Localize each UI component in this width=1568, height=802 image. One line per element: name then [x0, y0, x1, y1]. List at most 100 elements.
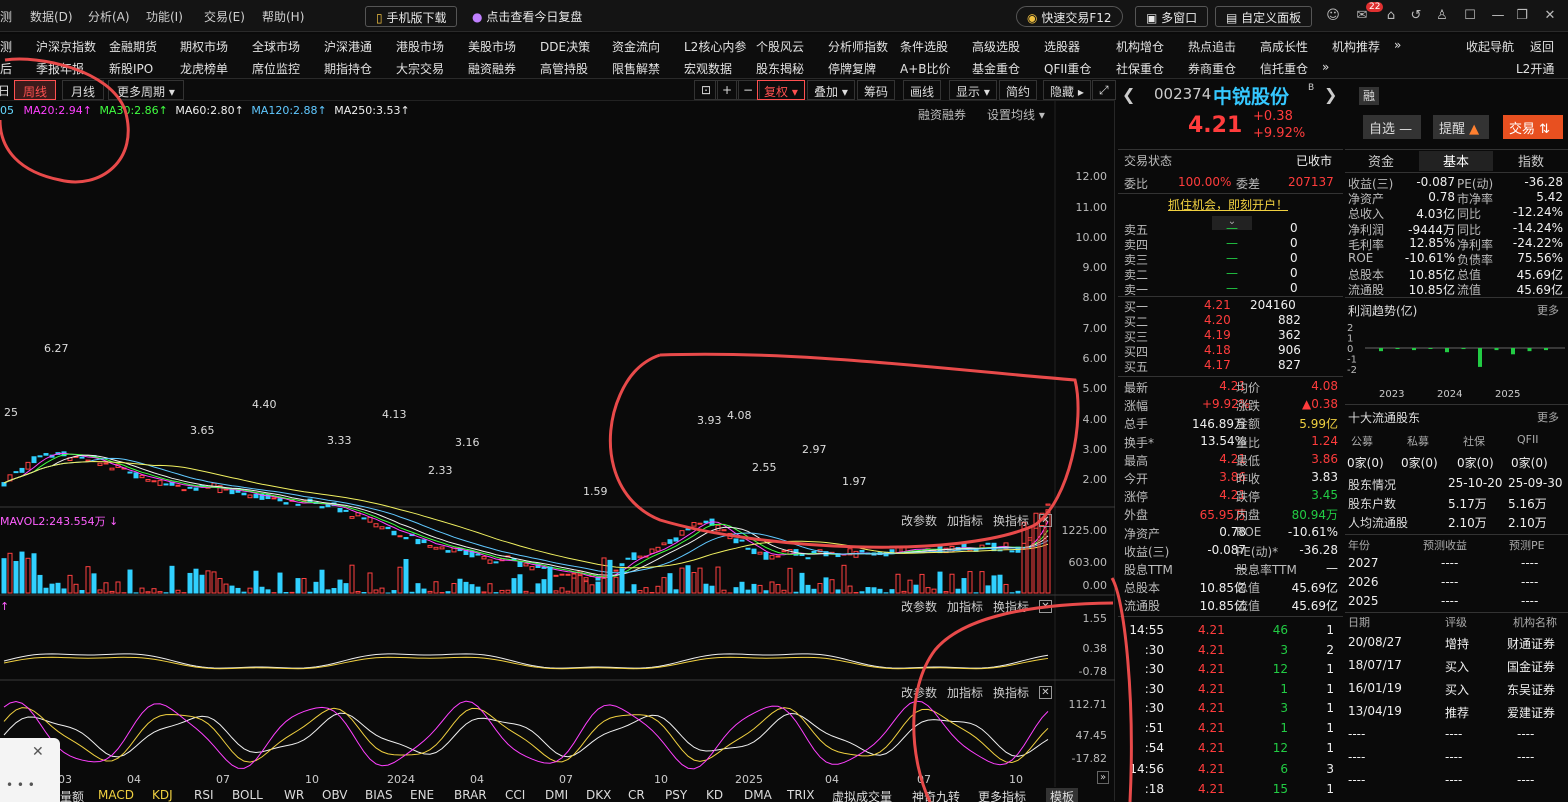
skin-icon[interactable]: ♙ [1434, 8, 1450, 24]
l2-open-link[interactable]: L2开通 [1516, 60, 1554, 77]
tab-indicator[interactable]: CR [628, 788, 645, 802]
close-icon[interactable]: ✕ [1039, 686, 1052, 699]
multi-window-button[interactable]: ▣ 多窗口 [1135, 6, 1209, 27]
add-indicator-button[interactable]: 加指标 [947, 598, 983, 615]
nav-item[interactable]: 测 [0, 38, 12, 55]
tab-indicator[interactable]: KDJ [152, 788, 173, 802]
chip-button[interactable]: 筹码 [857, 80, 896, 100]
draw-button[interactable]: 画线 [903, 80, 942, 100]
change-params-button[interactable]: 改参数 [901, 598, 937, 615]
nav-item[interactable]: 新股IPO [109, 60, 153, 77]
home-icon[interactable]: ⌂ [1383, 8, 1399, 24]
menu-trade[interactable]: 交易(E) [204, 8, 245, 25]
swap-indicator-button[interactable]: 换指标 [993, 684, 1029, 701]
set-ma-button[interactable]: 设置均线 ▾ [987, 106, 1045, 123]
tab-indicator[interactable]: 神奇九转 [912, 788, 960, 802]
tab-day[interactable]: 日 [0, 80, 12, 100]
nav-item[interactable]: 美股市场 [468, 38, 516, 55]
nav-item[interactable]: 分析师指数 [828, 38, 888, 55]
nav-item[interactable]: L2核心内参 [684, 38, 746, 55]
nav-item[interactable]: 基金重仓 [972, 60, 1020, 77]
tab-indicator[interactable]: 更多指标 [978, 788, 1026, 802]
nav-item[interactable]: 券商重仓 [1188, 60, 1236, 77]
tab-monthly[interactable]: 月线 [62, 80, 105, 100]
tab-index[interactable]: 指数 [1495, 151, 1567, 171]
nav-item[interactable]: 选股器 [1044, 38, 1080, 55]
swap-indicator-button[interactable]: 换指标 [993, 598, 1029, 615]
adjust-button[interactable]: 复权 ▾ [757, 80, 805, 100]
tab-funds[interactable]: 资金 [1345, 151, 1417, 171]
review-button[interactable]: ● 点击查看今日复盘 [462, 6, 592, 27]
close-icon[interactable]: ✕ [1039, 514, 1052, 527]
tab-indicator[interactable]: BOLL [232, 788, 263, 802]
tab-indicator[interactable]: DMI [545, 788, 568, 802]
nav-item[interactable]: 大宗交易 [396, 60, 444, 77]
nav-item[interactable]: A+B比价 [900, 60, 951, 77]
nav-item[interactable]: 信托重仓 [1260, 60, 1308, 77]
tab-indicator[interactable]: KD [706, 788, 723, 802]
nav-item[interactable]: 港股市场 [396, 38, 444, 55]
tab-indicator[interactable]: OBV [322, 788, 348, 802]
nav-item[interactable]: 期指持仓 [324, 60, 372, 77]
nav-item[interactable]: 高级选股 [972, 38, 1020, 55]
menu-data[interactable]: 数据(D) [30, 8, 73, 25]
collapse-nav-button[interactable]: 收起导航 [1466, 38, 1514, 55]
add-indicator-button[interactable]: 加指标 [947, 512, 983, 529]
nav-item[interactable]: 后 [0, 60, 12, 77]
nav-item[interactable]: 股东揭秘 [756, 60, 804, 77]
tab-indicator[interactable]: RSI [194, 788, 214, 802]
settings-icon[interactable]: ☐ [1462, 8, 1478, 24]
tab-indicator[interactable]: WR [284, 788, 304, 802]
tab-indicator[interactable]: PSY [665, 788, 687, 802]
popup-card[interactable]: ✕ • • • [0, 738, 60, 802]
change-params-button[interactable]: 改参数 [901, 512, 937, 529]
tab-indicator[interactable]: TRIX [787, 788, 814, 802]
minimize-icon[interactable]: — [1490, 8, 1506, 24]
holders-more-link[interactable]: 更多 [1537, 409, 1559, 425]
more-icon[interactable]: • • • [6, 778, 35, 792]
tab-indicator[interactable]: 虚拟成交量 [832, 788, 892, 802]
nav-item[interactable]: 个股风云 [756, 38, 804, 55]
nav-item[interactable]: QFII重仓 [1044, 60, 1091, 77]
tab-indicator[interactable]: MACD [98, 788, 134, 802]
hide-button[interactable]: 隐藏 ▸ [1043, 80, 1091, 100]
nav-more-icon[interactable]: » [1394, 38, 1401, 52]
open-account-link[interactable]: 抓住机会，即刻开户！ [1168, 196, 1288, 212]
next-stock-icon[interactable]: ❯ [1324, 85, 1337, 104]
simple-button[interactable]: 简约 [999, 80, 1038, 100]
quick-trade-button[interactable]: ◉ 快速交易F12 [1016, 6, 1123, 27]
nav-item[interactable]: 席位监控 [252, 60, 300, 77]
tab-indicator[interactable]: DMA [744, 788, 772, 802]
watchlist-button[interactable]: 自选 — [1363, 115, 1421, 139]
nav-item[interactable]: 机构推荐 [1332, 38, 1380, 55]
nav-item[interactable]: 期权市场 [180, 38, 228, 55]
tab-indicator[interactable]: ENE [410, 788, 434, 802]
scroll-right-icon[interactable]: » [1097, 771, 1110, 784]
tab-template[interactable]: 模板 [1046, 788, 1079, 802]
nav-item[interactable]: 宏观数据 [684, 60, 732, 77]
trade-button[interactable]: 交易 ⇅ [1503, 115, 1563, 139]
mobile-download-button[interactable]: ▯ 手机版下载 [365, 6, 458, 27]
close-icon[interactable]: ✕ [1039, 600, 1052, 613]
nav-item[interactable]: 高成长性 [1260, 38, 1308, 55]
menu-item[interactable]: 测 [0, 8, 12, 25]
nav-item[interactable]: 热点追击 [1188, 38, 1236, 55]
user-icon[interactable]: ☺ [1325, 8, 1341, 24]
nav-item[interactable]: 全球市场 [252, 38, 300, 55]
swap-indicator-button[interactable]: 换指标 [993, 512, 1029, 529]
tab-more-periods[interactable]: 更多周期 ▾ [108, 80, 184, 100]
nav-item[interactable]: 机构增仓 [1116, 38, 1164, 55]
nav-item[interactable]: 条件选股 [900, 38, 948, 55]
tab-indicator[interactable]: DKX [586, 788, 611, 802]
nav-item[interactable]: DDE决策 [540, 38, 590, 55]
custom-panel-button[interactable]: ▤ 自定义面板 [1215, 6, 1313, 27]
change-params-button[interactable]: 改参数 [901, 684, 937, 701]
tab-indicator[interactable]: CCI [505, 788, 525, 802]
close-icon[interactable]: ✕ [32, 744, 44, 760]
nav-item[interactable]: 季报年报 [36, 60, 84, 77]
menu-help[interactable]: 帮助(H) [262, 8, 304, 25]
menu-analysis[interactable]: 分析(A) [88, 8, 130, 25]
tab-indicator[interactable]: BRAR [454, 788, 487, 802]
menu-function[interactable]: 功能(I) [146, 8, 183, 25]
nav-item[interactable]: 金融期货 [109, 38, 157, 55]
